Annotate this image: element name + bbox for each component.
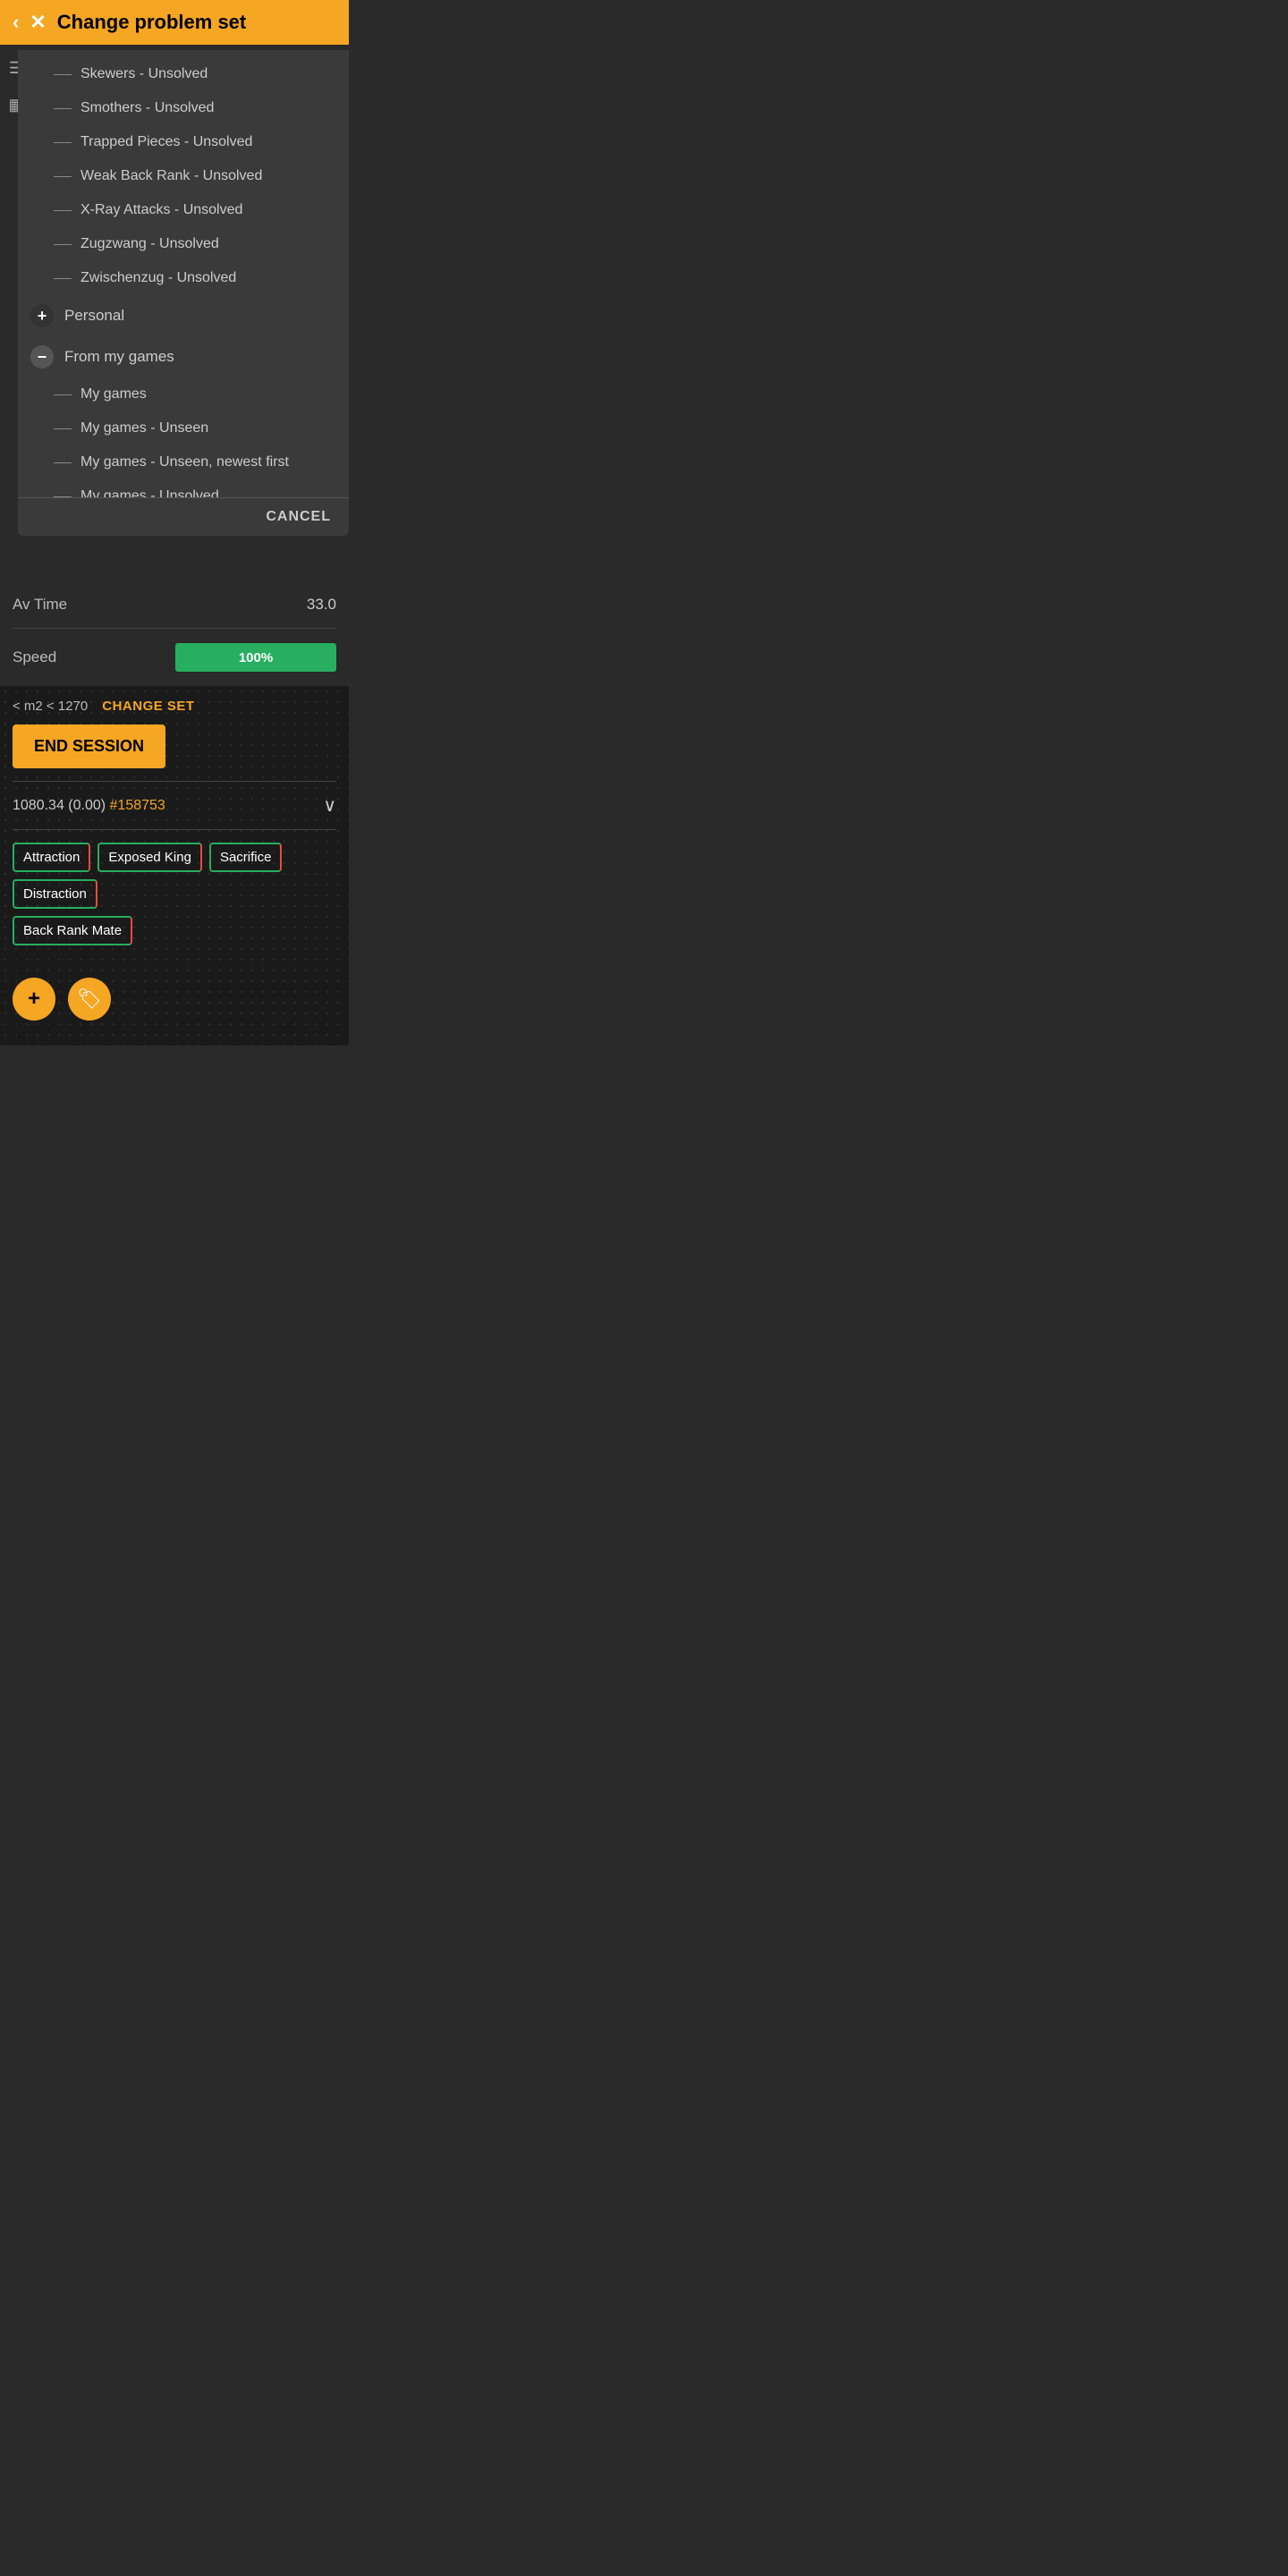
set-row: < m2 < 1270 CHANGE SET <box>13 699 336 714</box>
tag-sacrifice[interactable]: Sacrifice <box>209 843 283 872</box>
problem-set-list: Skewers - Unsolved Smothers - Unsolved T… <box>18 50 349 497</box>
tags-row-2: Back Rank Mate <box>13 916 336 945</box>
change-problem-set-modal: Skewers - Unsolved Smothers - Unsolved T… <box>18 50 349 536</box>
main-content: Av Time 33.0 Speed 100% <box>0 581 349 686</box>
list-item[interactable]: Trapped Pieces - Unsolved <box>18 125 349 159</box>
back-icon[interactable]: ‹ <box>13 11 19 34</box>
cancel-row: CANCEL <box>18 497 349 536</box>
list-item[interactable]: Smothers - Unsolved <box>18 91 349 125</box>
list-item[interactable]: Zwischenzug - Unsolved <box>18 261 349 295</box>
collapse-my-games-icon[interactable]: − <box>30 345 54 369</box>
speed-row: Speed 100% <box>13 629 336 686</box>
speed-label: Speed <box>13 648 56 666</box>
tags-section: Attraction Exposed King Sacrifice Distra… <box>13 830 336 965</box>
av-time-value: 33.0 <box>307 596 336 614</box>
score-link[interactable]: #158753 <box>110 798 165 813</box>
expand-personal-icon[interactable]: + <box>30 304 54 327</box>
list-item[interactable]: Zugzwang - Unsolved <box>18 227 349 261</box>
close-icon[interactable]: ✕ <box>30 11 46 34</box>
my-games-item[interactable]: My games <box>18 377 349 411</box>
set-range: < m2 < 1270 <box>13 699 88 714</box>
speed-value: 100% <box>239 650 273 665</box>
bottom-section: < m2 < 1270 CHANGE SET END SESSION 1080.… <box>0 686 349 1046</box>
score-text: 1080.34 (0.00) <box>13 798 106 813</box>
tags-row: Attraction Exposed King Sacrifice Distra… <box>13 843 336 909</box>
speed-bar: 100% <box>175 643 336 672</box>
tag-exposed-king[interactable]: Exposed King <box>97 843 202 872</box>
my-games-unsolved-item[interactable]: My games - Unsolved <box>18 479 349 497</box>
cancel-button[interactable]: CANCEL <box>266 509 331 525</box>
change-set-button[interactable]: CHANGE SET <box>102 699 194 714</box>
tag-distraction[interactable]: Distraction <box>13 879 97 909</box>
my-games-unseen-newest-item[interactable]: My games - Unseen, newest first <box>18 445 349 479</box>
list-item[interactable]: Skewers - Unsolved <box>18 57 349 91</box>
from-my-games-section[interactable]: − From my games <box>18 336 349 377</box>
av-time-label: Av Time <box>13 596 67 614</box>
list-item[interactable]: X-Ray Attacks - Unsolved <box>18 193 349 227</box>
page-title: Change problem set <box>57 11 246 34</box>
personal-section[interactable]: + Personal <box>18 295 349 336</box>
bottom-actions: + 🏷 <box>13 965 336 1033</box>
tag-attraction[interactable]: Attraction <box>13 843 90 872</box>
score-info: 1080.34 (0.00) #158753 <box>13 798 165 814</box>
header: ‹ ✕ Change problem set <box>0 0 349 45</box>
tag-back-rank-mate[interactable]: Back Rank Mate <box>13 916 132 945</box>
end-session-button[interactable]: END SESSION <box>13 724 165 768</box>
add-button[interactable]: + <box>13 978 55 1021</box>
av-time-row: Av Time 33.0 <box>13 581 336 629</box>
chevron-down-icon[interactable]: ∨ <box>323 794 336 817</box>
score-row: 1080.34 (0.00) #158753 ∨ <box>13 781 336 830</box>
tag-button[interactable]: 🏷 <box>68 978 111 1021</box>
my-games-unseen-item[interactable]: My games - Unseen <box>18 411 349 445</box>
list-item[interactable]: Weak Back Rank - Unsolved <box>18 159 349 193</box>
